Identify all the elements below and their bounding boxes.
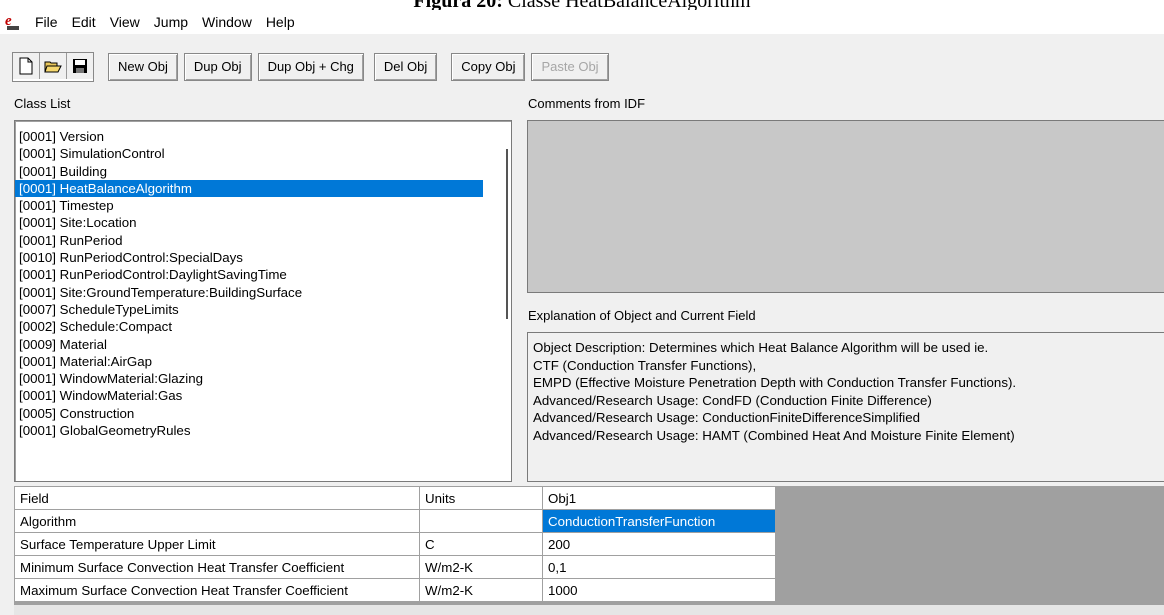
- header-units: Units: [419, 486, 543, 510]
- value-cell[interactable]: 1000: [542, 578, 776, 602]
- horizontal-scrollbar[interactable]: [14, 605, 1164, 615]
- class-list-item[interactable]: [0001] Site:Location: [15, 214, 511, 231]
- header-field: Field: [14, 486, 420, 510]
- explanation-label: Explanation of Object and Current Field: [528, 308, 756, 323]
- object-grid: Field Units Obj1 Algorithm ConductionTra…: [14, 486, 776, 602]
- comments-box[interactable]: [527, 120, 1164, 293]
- copy-obj-button[interactable]: Copy Obj: [451, 53, 526, 81]
- paste-obj-button[interactable]: Paste Obj: [531, 53, 609, 81]
- class-list-item[interactable]: [0002] Schedule:Compact: [15, 318, 511, 335]
- caption-text: Classe HeatBalanceAlgorithm: [508, 0, 751, 10]
- units-cell: W/m2-K: [419, 578, 543, 602]
- grid-row: Algorithm ConductionTransferFunction: [14, 509, 776, 533]
- class-list-item[interactable]: [0001] GlobalGeometryRules: [15, 422, 511, 439]
- app-logo-icon: e: [0, 11, 28, 33]
- menu-help[interactable]: Help: [259, 10, 302, 34]
- grid-row: Minimum Surface Convection Heat Transfer…: [14, 555, 776, 579]
- explanation-line: EMPD (Effective Moisture Penetration Dep…: [533, 375, 1017, 391]
- class-list-item[interactable]: [0010] RunPeriodControl:SpecialDays: [15, 249, 511, 266]
- menu-file[interactable]: File: [28, 10, 65, 34]
- class-list-item[interactable]: [0001] WindowMaterial:Gas: [15, 387, 511, 404]
- class-list-item[interactable]: [0001] Timestep: [15, 197, 511, 214]
- class-list-item[interactable]: [0001] Building: [15, 163, 511, 180]
- save-disk-icon[interactable]: [67, 53, 93, 79]
- toolbar: New Obj Dup Obj Dup Obj + Chg Del Obj Co…: [12, 52, 609, 82]
- menu-window[interactable]: Window: [195, 10, 259, 34]
- class-list-item[interactable]: [0001] RunPeriod: [15, 232, 511, 249]
- value-cell[interactable]: 0,1: [542, 555, 776, 579]
- explanation-line: Object Description: Determines which Hea…: [533, 340, 989, 355]
- grid-row: Surface Temperature Upper Limit C 200: [14, 532, 776, 556]
- class-list-item[interactable]: [0001] Version: [15, 128, 511, 145]
- file-icon-group: [12, 52, 94, 82]
- menu-bar: e File Edit View Jump Window Help: [0, 10, 1164, 34]
- explanation-box: Object Description: Determines which Hea…: [527, 332, 1164, 482]
- menu-view[interactable]: View: [103, 10, 147, 34]
- class-list-item[interactable]: [0001] Site:GroundTemperature:BuildingSu…: [15, 284, 511, 301]
- menu-jump[interactable]: Jump: [147, 10, 195, 34]
- units-cell: W/m2-K: [419, 555, 543, 579]
- class-list-item[interactable]: [0007] ScheduleTypeLimits: [15, 301, 511, 318]
- explanation-line: CTF (Conduction Transfer Functions),: [533, 357, 757, 373]
- class-list-scrollbar[interactable]: [506, 149, 508, 319]
- new-file-icon[interactable]: [13, 53, 40, 79]
- class-list-item[interactable]: [0001] WindowMaterial:Glazing: [15, 370, 511, 387]
- class-list-item[interactable]: [0009] Material: [15, 336, 511, 353]
- grid-row: Maximum Surface Convection Heat Transfer…: [14, 578, 776, 602]
- dup-obj-button[interactable]: Dup Obj: [183, 53, 252, 81]
- class-list-item[interactable]: [0001] RunPeriodControl:DaylightSavingTi…: [15, 266, 511, 283]
- menu-edit[interactable]: Edit: [65, 10, 103, 34]
- caption-prefix: Figura 20:: [413, 0, 502, 10]
- value-cell[interactable]: ConductionTransferFunction: [542, 509, 776, 533]
- class-list[interactable]: [0001] Version [0001] SimulationControl [0…: [14, 120, 512, 482]
- value-cell[interactable]: 200: [542, 532, 776, 556]
- idf-editor-window: e File Edit View Jump Window Help New Ob…: [0, 10, 1164, 615]
- class-list-item[interactable]: [0001] HeatBalanceAlgorithm: [15, 179, 483, 198]
- field-name-cell[interactable]: Maximum Surface Convection Heat Transfer…: [14, 578, 420, 602]
- open-folder-icon[interactable]: [40, 53, 67, 79]
- object-grid-area: Field Units Obj1 Algorithm ConductionTra…: [14, 486, 1164, 615]
- header-obj1[interactable]: Obj1: [542, 486, 776, 510]
- figure-caption: Figura 20: Classe HeatBalanceAlgorithm: [0, 0, 1164, 10]
- field-name-cell[interactable]: Surface Temperature Upper Limit: [14, 532, 420, 556]
- field-name-cell[interactable]: Minimum Surface Convection Heat Transfer…: [14, 555, 420, 579]
- class-list-item[interactable]: [0005] Construction: [15, 405, 511, 422]
- class-list-item[interactable]: [0001] Material:AirGap: [15, 353, 511, 370]
- dup-obj-chg-button[interactable]: Dup Obj + Chg: [257, 53, 364, 81]
- class-list-label: Class List: [14, 96, 71, 111]
- comments-label: Comments from IDF: [528, 96, 646, 111]
- grid-header-row: Field Units Obj1: [14, 486, 776, 510]
- explanation-line: Advanced/Research Usage: ConductionFinit…: [533, 410, 921, 426]
- new-obj-button[interactable]: New Obj: [108, 53, 178, 81]
- del-obj-button[interactable]: Del Obj: [373, 53, 438, 81]
- explanation-line: Advanced/Research Usage: HAMT (Combined …: [533, 427, 1015, 443]
- class-list-item[interactable]: [0001] SimulationControl: [15, 145, 511, 162]
- units-cell: C: [419, 532, 543, 556]
- explanation-line: Advanced/Research Usage: CondFD (Conduct…: [533, 392, 932, 408]
- units-cell: [419, 509, 543, 533]
- field-name-cell[interactable]: Algorithm: [14, 509, 420, 533]
